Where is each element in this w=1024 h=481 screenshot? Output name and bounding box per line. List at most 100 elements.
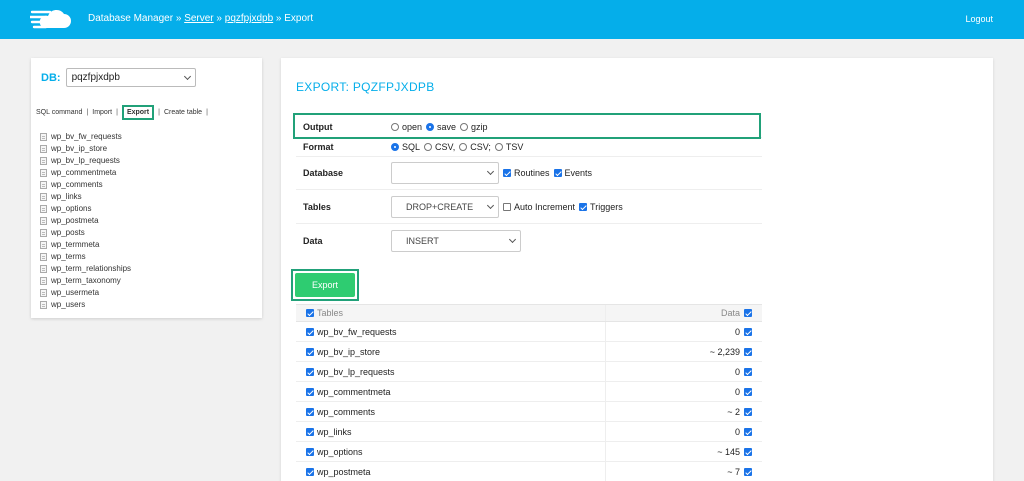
page-title: EXPORT: PQZFPJXDPB xyxy=(296,80,435,94)
output-highlight xyxy=(293,113,761,139)
list-item[interactable]: wp_commentmeta xyxy=(40,167,131,179)
data-checkbox[interactable] xyxy=(744,327,752,336)
table-checkbox[interactable] xyxy=(306,447,314,456)
table-checkbox[interactable] xyxy=(306,427,314,436)
sql-command-link[interactable]: SQL command xyxy=(36,109,82,116)
table-checkbox[interactable] xyxy=(306,327,314,336)
list-item[interactable]: wp_links xyxy=(40,191,131,203)
table-row: wp_links 0 xyxy=(296,422,762,442)
export-tables-list: Tables Data wp_bv_fw_requests 0 wp_bv_ip… xyxy=(296,304,762,481)
table-icon xyxy=(40,253,47,261)
table-icon xyxy=(40,169,47,177)
table-icon xyxy=(40,205,47,213)
import-link[interactable]: Import xyxy=(92,109,112,116)
sidebar: DB: pqzfpjxdpb SQL command | Import | Expo… xyxy=(31,58,262,318)
chevron-down-icon xyxy=(486,167,495,176)
list-item[interactable]: wp_options xyxy=(40,203,131,215)
database-select[interactable] xyxy=(391,162,499,184)
top-bar: Database Manager » Server » pqzfpjxdpb »… xyxy=(0,0,1024,39)
create-table-link[interactable]: Create table xyxy=(164,109,202,116)
cloud-logo-icon[interactable] xyxy=(30,8,72,30)
data-checkbox[interactable] xyxy=(744,447,752,456)
table-row: wp_comments ~ 2 xyxy=(296,402,762,422)
list-item[interactable]: wp_terms xyxy=(40,251,131,263)
export-button-highlight: Export xyxy=(291,269,359,301)
list-item[interactable]: wp_bv_lp_requests xyxy=(40,155,131,167)
chevron-down-icon xyxy=(508,235,517,243)
table-checkbox[interactable] xyxy=(306,467,314,476)
table-icon xyxy=(40,157,47,165)
list-item[interactable]: wp_bv_ip_store xyxy=(40,143,131,155)
db-select-value: pqzfpjxdpb xyxy=(71,72,120,83)
data-checkbox[interactable] xyxy=(744,427,752,436)
tables-row: Tables DROP+CREATE Auto Increment Trigge… xyxy=(296,190,762,224)
breadcrumb: Database Manager » Server » pqzfpjxdpb »… xyxy=(88,13,314,24)
list-item[interactable]: wp_comments xyxy=(40,179,131,191)
data-checkbox[interactable] xyxy=(744,367,752,376)
data-select[interactable]: INSERT xyxy=(391,229,521,252)
chevron-down-icon xyxy=(486,201,495,209)
list-item[interactable]: wp_usermeta xyxy=(40,287,131,299)
events-checkbox[interactable]: Events xyxy=(553,168,592,178)
list-item[interactable]: wp_posts xyxy=(40,227,131,239)
table-checkbox[interactable] xyxy=(306,347,314,356)
data-checkbox[interactable] xyxy=(744,467,752,476)
select-all-tables-checkbox[interactable] xyxy=(306,309,314,317)
chevron-down-icon xyxy=(183,72,191,80)
table-icon xyxy=(40,229,47,237)
select-all-data-checkbox[interactable] xyxy=(744,309,752,317)
table-row: wp_postmeta ~ 7 xyxy=(296,462,762,481)
format-csv-semicolon-radio[interactable]: CSV; xyxy=(459,142,491,152)
table-row: wp_commentmeta 0 xyxy=(296,382,762,402)
db-select[interactable]: pqzfpjxdpb xyxy=(65,68,196,87)
data-checkbox[interactable] xyxy=(744,347,752,356)
table-header: Tables Data xyxy=(296,304,762,322)
table-checkbox[interactable] xyxy=(306,367,314,376)
list-item[interactable]: wp_term_relationships xyxy=(40,263,131,275)
sidebar-table-list: wp_bv_fw_requests wp_bv_ip_store wp_bv_l… xyxy=(40,131,131,311)
table-checkbox[interactable] xyxy=(306,407,314,416)
breadcrumb-server-link[interactable]: Server xyxy=(184,13,213,24)
table-icon xyxy=(40,277,47,285)
data-row: Data INSERT xyxy=(296,224,762,257)
breadcrumb-db-link[interactable]: pqzfpjxdpb xyxy=(225,13,273,24)
data-checkbox[interactable] xyxy=(744,407,752,416)
database-row: Database Routines Events xyxy=(296,157,762,190)
list-item[interactable]: wp_term_taxonomy xyxy=(40,275,131,287)
table-icon xyxy=(40,301,47,309)
routines-checkbox[interactable]: Routines xyxy=(503,168,550,178)
breadcrumb-current: Export xyxy=(284,13,314,24)
format-row: Format SQL CSV, CSV; TSV xyxy=(296,138,762,157)
list-item[interactable]: wp_users xyxy=(40,299,131,311)
list-item[interactable]: wp_termmeta xyxy=(40,239,131,251)
export-panel: EXPORT: PQZFPJXDPB Output open save gzip… xyxy=(281,58,993,481)
tables-select[interactable]: DROP+CREATE xyxy=(391,195,499,218)
logout-link[interactable]: Logout xyxy=(965,14,993,24)
table-icon xyxy=(40,145,47,153)
export-link[interactable]: Export xyxy=(121,105,155,120)
format-sql-radio[interactable]: SQL xyxy=(391,142,420,152)
data-checkbox[interactable] xyxy=(744,387,752,396)
table-icon xyxy=(40,133,47,141)
table-icon xyxy=(40,181,47,189)
table-checkbox[interactable] xyxy=(306,387,314,396)
triggers-checkbox[interactable]: Triggers xyxy=(579,202,623,212)
list-item[interactable]: wp_postmeta xyxy=(40,215,131,227)
db-label: DB: xyxy=(41,71,61,84)
db-selector-row: DB: pqzfpjxdpb xyxy=(41,68,196,87)
table-row: wp_options ~ 145 xyxy=(296,442,762,462)
table-row: wp_bv_ip_store ~ 2,239 xyxy=(296,342,762,362)
table-icon xyxy=(40,217,47,225)
table-icon xyxy=(40,265,47,273)
auto-increment-checkbox[interactable]: Auto Increment xyxy=(503,202,575,212)
format-tsv-radio[interactable]: TSV xyxy=(494,142,523,152)
app-title: Database Manager xyxy=(88,13,174,24)
format-csv-comma-radio[interactable]: CSV, xyxy=(424,142,455,152)
table-row: wp_bv_fw_requests 0 xyxy=(296,322,762,342)
list-item[interactable]: wp_bv_fw_requests xyxy=(40,131,131,143)
output-row: Output open save gzip xyxy=(293,113,762,139)
table-icon xyxy=(40,241,47,249)
table-icon xyxy=(40,289,47,297)
export-button[interactable]: Export xyxy=(295,273,355,297)
sidebar-links: SQL command | Import | Export | Create tabl… xyxy=(36,105,212,120)
